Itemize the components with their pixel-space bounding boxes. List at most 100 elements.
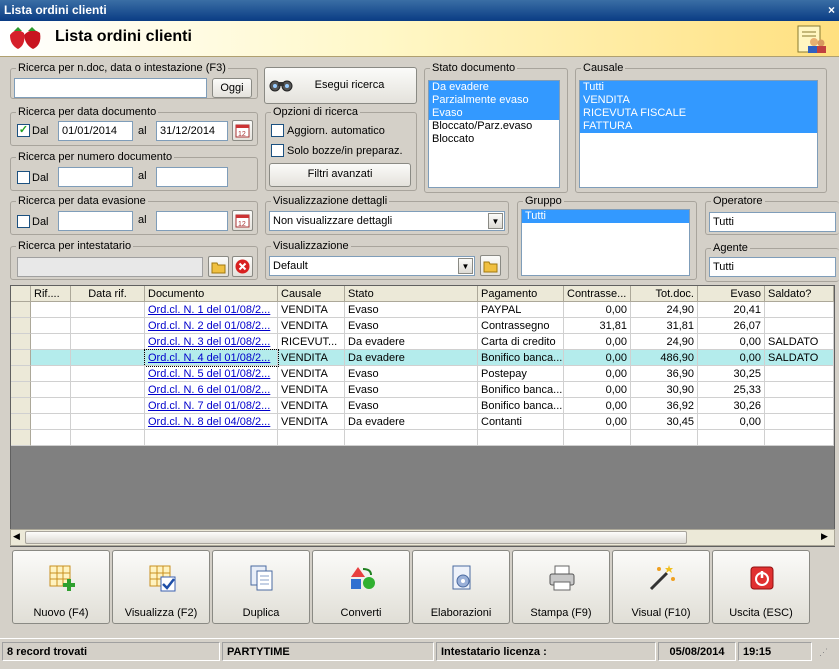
intestatario-field[interactable] bbox=[17, 257, 203, 277]
table-cell-documento[interactable]: Ord.cl. N. 5 del 01/08/2... bbox=[145, 366, 278, 382]
stato-doc-item[interactable]: Da evadere bbox=[429, 81, 559, 94]
column-header[interactable]: Saldato? bbox=[765, 286, 834, 302]
scroll-left-icon[interactable]: ◀ bbox=[13, 531, 20, 542]
table-row[interactable]: Ord.cl. N. 6 del 01/08/2... VENDITA Evaso B… bbox=[11, 382, 834, 398]
table-row[interactable]: Ord.cl. N. 5 del 01/08/2... VENDITA Evaso P… bbox=[11, 366, 834, 382]
row-selector[interactable] bbox=[11, 366, 31, 382]
causale-item[interactable]: VENDITA bbox=[580, 94, 817, 107]
print-button[interactable]: Stampa (F9) bbox=[512, 550, 610, 624]
stato-doc-item[interactable]: Bloccato/Parz.evaso bbox=[429, 120, 559, 133]
table-cell-pagamento: Bonifico banca... bbox=[478, 350, 564, 366]
stato-doc-item[interactable]: Evaso bbox=[429, 107, 559, 120]
table-cell-pagamento: PAYPAL bbox=[478, 302, 564, 318]
num-doc-to-field[interactable] bbox=[156, 167, 228, 187]
row-selector[interactable] bbox=[11, 334, 31, 350]
chevron-down-icon[interactable]: ▼ bbox=[488, 213, 503, 229]
table-cell-saldato bbox=[765, 398, 834, 414]
date-doc-from-field[interactable]: 01/01/2014 bbox=[58, 121, 133, 141]
table-row[interactable]: Ord.cl. N. 1 del 01/08/2... VENDITA Evaso P… bbox=[11, 302, 834, 318]
duplicate-button[interactable]: Duplica bbox=[212, 550, 310, 624]
vis-dettagli-select[interactable]: Non visualizzare dettagli ▼ bbox=[269, 211, 505, 231]
calendar-evas-icon[interactable]: 12 bbox=[232, 210, 253, 231]
calendar-icon[interactable]: 12 bbox=[232, 120, 253, 141]
exit-button[interactable]: Uscita (ESC) bbox=[712, 550, 810, 624]
column-header[interactable]: Data rif. bbox=[71, 286, 145, 302]
column-header[interactable]: Rif.... bbox=[31, 286, 71, 302]
users-list-icon[interactable] bbox=[796, 24, 826, 54]
search-button[interactable]: Esegui ricerca bbox=[264, 67, 417, 104]
close-icon[interactable]: × bbox=[828, 3, 835, 17]
search-input[interactable] bbox=[14, 78, 207, 98]
column-header[interactable]: Pagamento bbox=[478, 286, 564, 302]
table-row[interactable]: Ord.cl. N. 7 del 01/08/2... VENDITA Evaso B… bbox=[11, 398, 834, 414]
resize-grip-icon[interactable]: ⋰ bbox=[819, 647, 828, 658]
row-selector bbox=[11, 430, 31, 446]
column-header[interactable]: Causale bbox=[278, 286, 345, 302]
row-selector[interactable] bbox=[11, 398, 31, 414]
visualizzazione-folder-icon[interactable] bbox=[480, 255, 501, 276]
table-cell-documento[interactable]: Ord.cl. N. 4 del 01/08/2... bbox=[144, 349, 279, 367]
new-button[interactable]: Nuovo (F4) bbox=[12, 550, 110, 624]
row-selector[interactable] bbox=[11, 318, 31, 334]
scrollbar-thumb[interactable] bbox=[25, 531, 687, 544]
causale-item[interactable]: RICEVUTA FISCALE bbox=[580, 107, 817, 120]
table-cell-documento[interactable]: Ord.cl. N. 2 del 01/08/2... bbox=[145, 318, 278, 334]
causale-listbox[interactable]: Tutti VENDITA RICEVUTA FISCALE FATTURA bbox=[579, 80, 818, 188]
stato-doc-item[interactable]: Parzialmente evaso bbox=[429, 94, 559, 107]
column-header[interactable]: Contrasse... bbox=[564, 286, 631, 302]
table-cell-documento[interactable]: Ord.cl. N. 3 del 01/08/2... bbox=[145, 334, 278, 350]
table-row[interactable]: Ord.cl. N. 4 del 01/08/2... VENDITA Da eva… bbox=[11, 349, 834, 367]
table-row[interactable]: Ord.cl. N. 3 del 01/08/2... RICEVUT... Da … bbox=[11, 334, 834, 350]
scroll-right-icon[interactable]: ▶ bbox=[821, 531, 828, 542]
advanced-filters-button[interactable]: Filtri avanzati bbox=[269, 163, 411, 187]
gruppo-listbox[interactable]: Tutti bbox=[521, 209, 690, 276]
date-evas-to-field[interactable] bbox=[156, 211, 228, 231]
stato-doc-item[interactable]: Bloccato bbox=[429, 133, 559, 146]
num-doc-al-label: al bbox=[138, 170, 147, 182]
operatore-field[interactable]: Tutti bbox=[709, 212, 836, 232]
oggi-button[interactable]: Oggi bbox=[212, 78, 252, 98]
table-row[interactable]: Ord.cl. N. 2 del 01/08/2... VENDITA Evaso C… bbox=[11, 318, 834, 334]
table-cell-totdoc: 24,90 bbox=[631, 334, 698, 350]
num-doc-from-field[interactable] bbox=[58, 167, 133, 187]
exit-icon bbox=[750, 566, 774, 590]
stato-doc-listbox[interactable]: Da evadere Parzialmente evaso Evaso Bloc… bbox=[428, 80, 560, 188]
date-evas-from-field[interactable] bbox=[58, 211, 133, 231]
row-selector[interactable] bbox=[11, 382, 31, 398]
gruppo-item[interactable]: Tutti bbox=[522, 210, 689, 223]
table-cell-documento[interactable]: Ord.cl. N. 1 del 01/08/2... bbox=[145, 302, 278, 318]
clear-icon[interactable] bbox=[232, 256, 253, 277]
gruppo-label: Gruppo bbox=[523, 195, 564, 207]
table-row[interactable]: Ord.cl. N. 8 del 04/08/2... VENDITA Da eva… bbox=[11, 414, 834, 430]
table-cell-documento[interactable]: Ord.cl. N. 8 del 04/08/2... bbox=[145, 414, 278, 430]
processing-button[interactable]: Elaborazioni bbox=[412, 550, 510, 624]
auto-update-checkbox[interactable] bbox=[271, 124, 284, 137]
date-evas-checkbox[interactable] bbox=[17, 215, 30, 228]
date-doc-to-field[interactable]: 31/12/2014 bbox=[156, 121, 228, 141]
table-cell-documento[interactable]: Ord.cl. N. 7 del 01/08/2... bbox=[145, 398, 278, 414]
date-doc-checkbox[interactable]: ✓ bbox=[17, 124, 30, 137]
row-selector[interactable] bbox=[11, 302, 31, 318]
view-button[interactable]: Visualizza (F2) bbox=[112, 550, 210, 624]
table-cell-documento[interactable]: Ord.cl. N. 6 del 01/08/2... bbox=[145, 382, 278, 398]
operatore-label: Operatore bbox=[711, 195, 765, 207]
causale-item[interactable]: Tutti bbox=[580, 81, 817, 94]
causale-item[interactable]: FATTURA bbox=[580, 120, 817, 133]
table-cell-saldato bbox=[765, 414, 834, 430]
folder-icon[interactable] bbox=[208, 256, 229, 277]
visualizzazione-select[interactable]: Default ▼ bbox=[269, 256, 475, 276]
visualizzazione-label: Visualizzazione bbox=[271, 240, 351, 252]
agente-field[interactable]: Tutti bbox=[709, 257, 836, 277]
horizontal-scrollbar[interactable]: ◀ ▶ bbox=[10, 529, 835, 546]
drafts-only-checkbox[interactable] bbox=[271, 144, 284, 157]
chevron-down-icon[interactable]: ▼ bbox=[458, 258, 473, 274]
row-selector[interactable] bbox=[11, 414, 31, 430]
column-header[interactable]: Documento bbox=[145, 286, 278, 302]
row-selector[interactable] bbox=[11, 350, 31, 366]
column-header[interactable]: Evaso bbox=[698, 286, 765, 302]
column-header[interactable]: Tot.doc. bbox=[631, 286, 698, 302]
convert-button[interactable]: Converti bbox=[312, 550, 410, 624]
column-header[interactable]: Stato bbox=[345, 286, 478, 302]
visual-button[interactable]: Visual (F10) bbox=[612, 550, 710, 624]
num-doc-checkbox[interactable] bbox=[17, 171, 30, 184]
